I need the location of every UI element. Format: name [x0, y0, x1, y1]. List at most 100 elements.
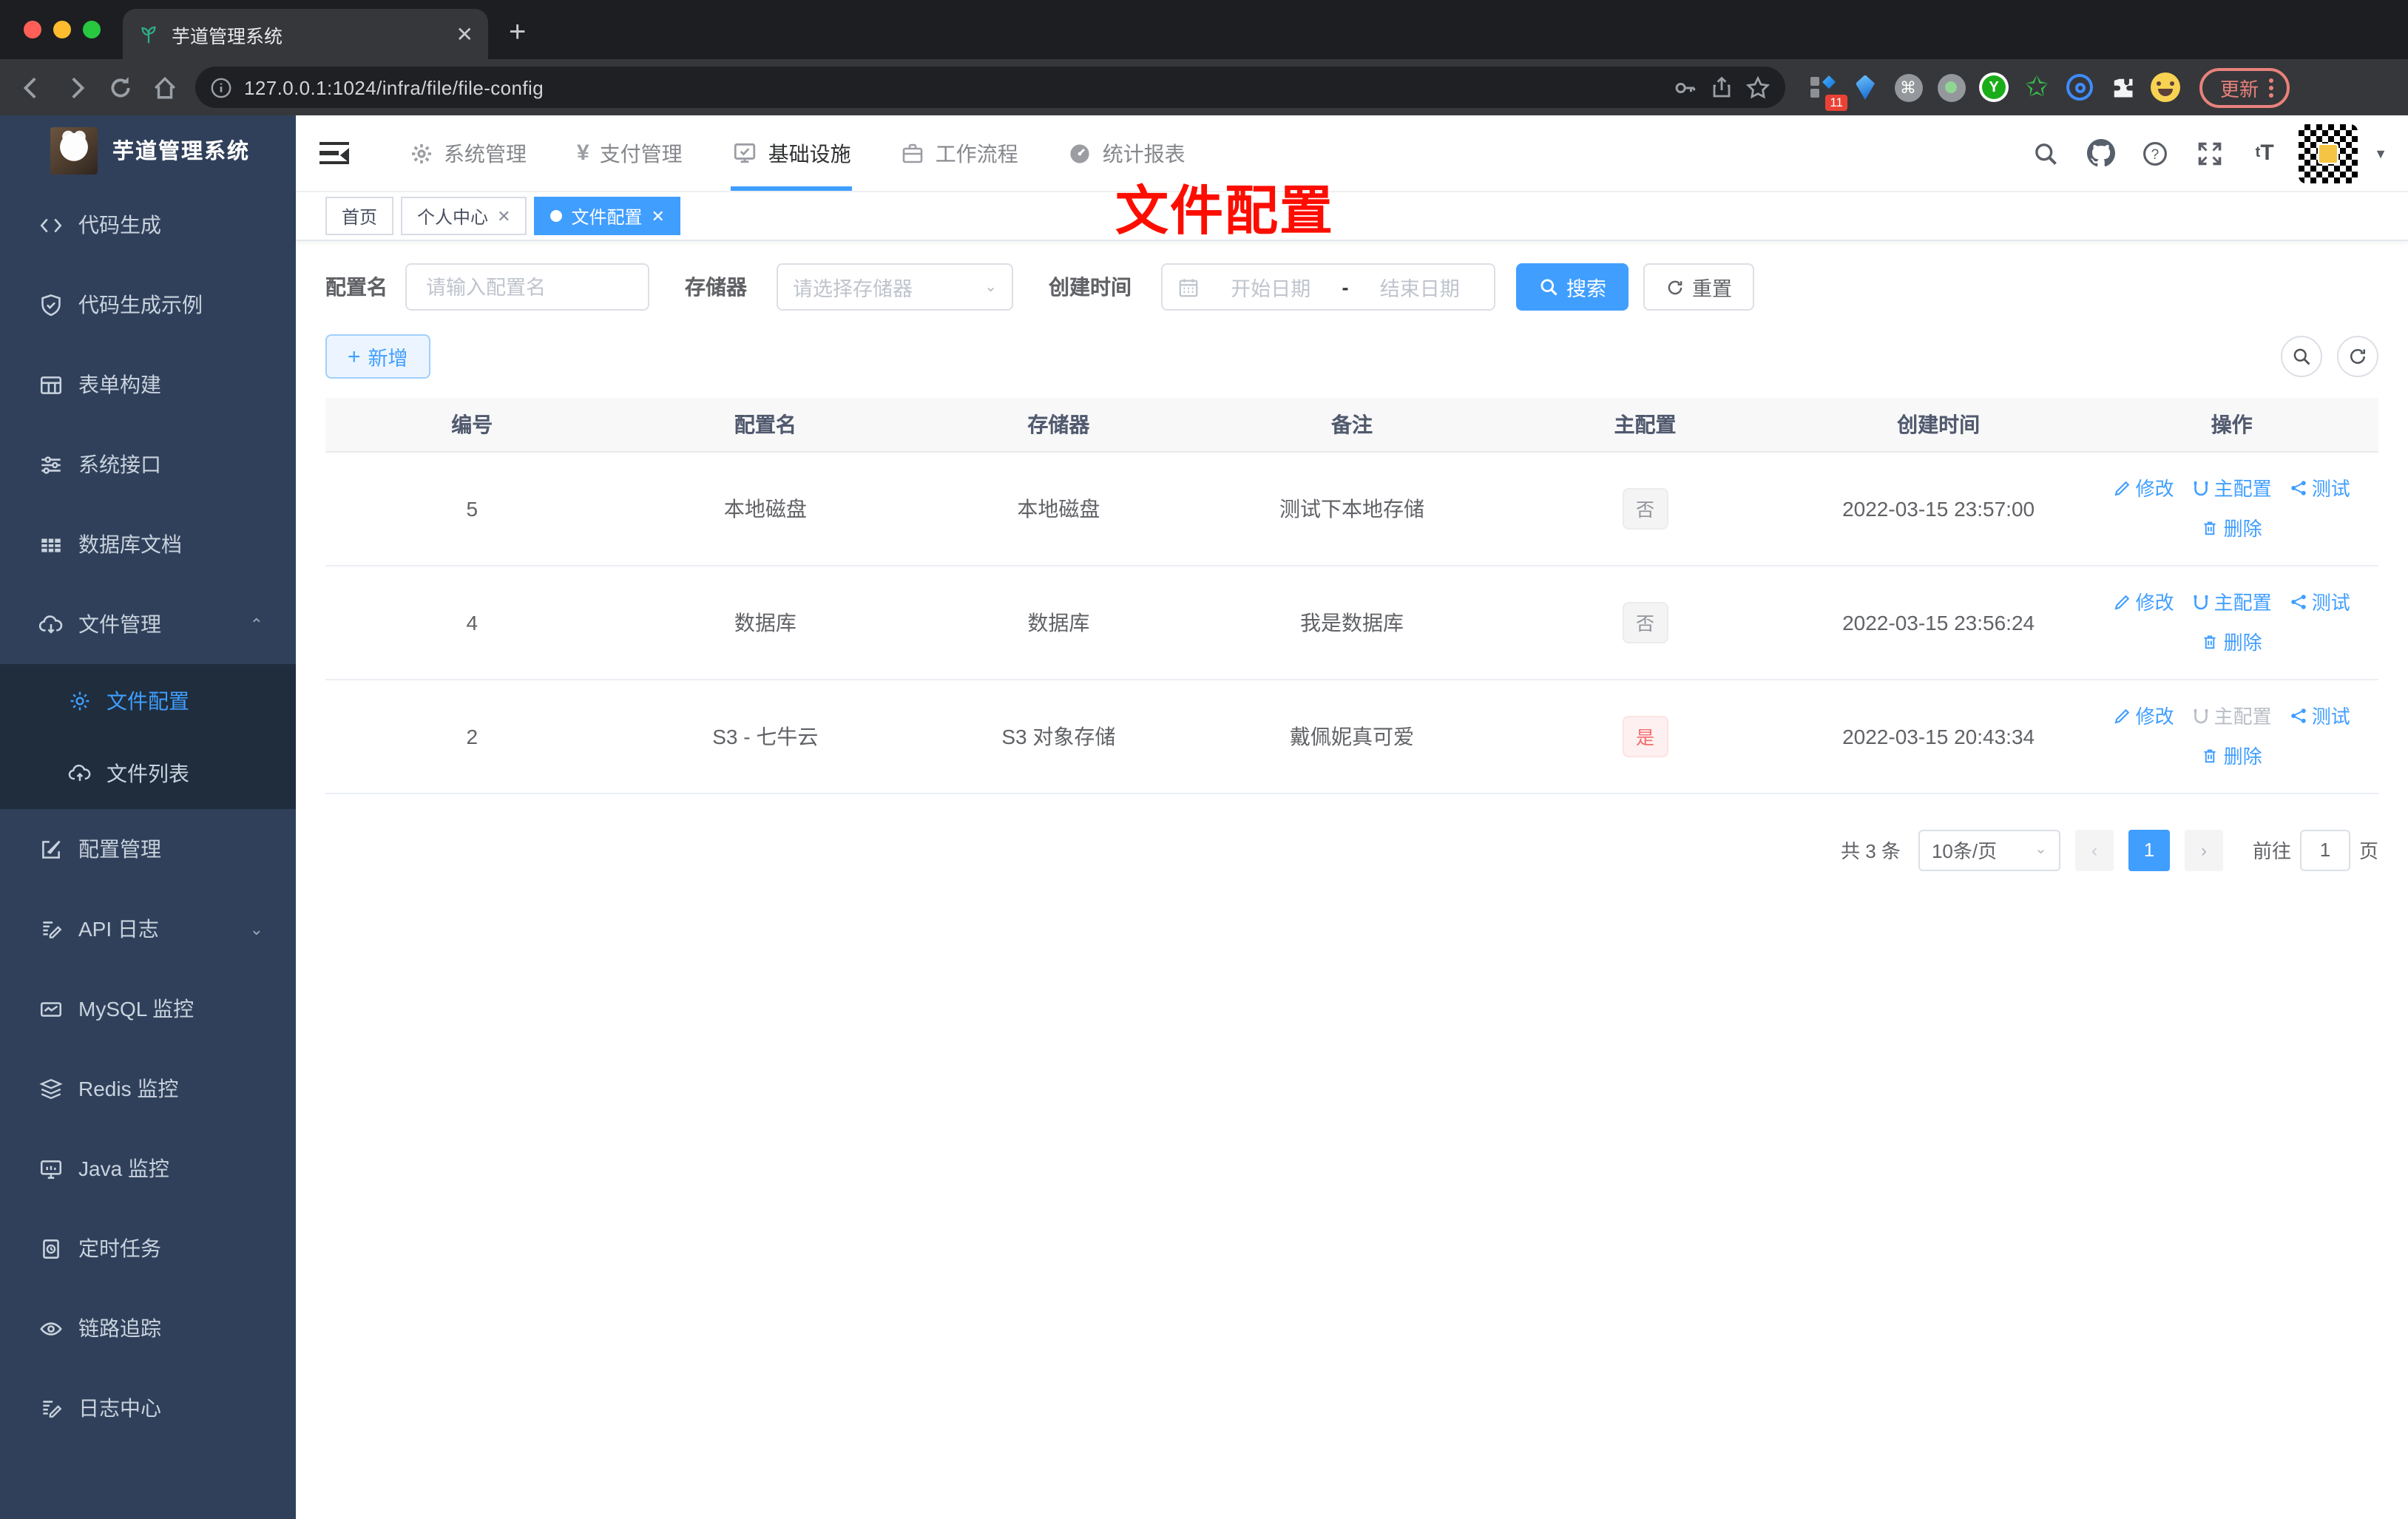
home-icon[interactable] — [145, 68, 183, 106]
extension-eye-icon[interactable] — [2063, 71, 2096, 104]
start-date-placeholder[interactable]: 开始日期 — [1211, 272, 1330, 302]
logo-rabbit-avatar — [50, 126, 98, 174]
sidebar-item-trace[interactable]: 链路追踪 — [0, 1288, 296, 1368]
bookmark-star-icon[interactable] — [1745, 75, 1771, 100]
extension-dot-icon[interactable] — [1935, 71, 1967, 104]
total-count: 共 3 条 — [1841, 840, 1901, 862]
minimize-window-button[interactable] — [53, 21, 71, 38]
sidebar-item-log-center[interactable]: 日志中心 — [0, 1368, 296, 1448]
sidebar-item-label: API 日志 — [78, 917, 159, 941]
tag-profile[interactable]: 个人中心 ✕ — [401, 197, 527, 235]
window-controls[interactable] — [24, 21, 101, 38]
hide-search-button[interactable] — [2281, 336, 2322, 377]
sidebar-item-config-management[interactable]: 配置管理 — [0, 809, 296, 889]
tab-close-icon[interactable]: ✕ — [456, 24, 473, 44]
sidebar-item-system-api[interactable]: 系统接口 — [0, 424, 296, 504]
close-window-button[interactable] — [24, 21, 41, 38]
cell-created: 2022-03-15 23:57:00 — [1791, 451, 2086, 566]
yen-icon: ¥ — [577, 141, 589, 166]
eye-icon — [38, 1316, 64, 1341]
nav-item-workflow[interactable]: 工作流程 — [876, 115, 1044, 191]
extension-gem-icon[interactable] — [1849, 71, 1881, 104]
password-key-icon[interactable] — [1673, 75, 1698, 100]
master-badge: 否 — [1623, 487, 1668, 529]
sidebar-item-api-log[interactable]: API 日志 ⌄ — [0, 889, 296, 969]
avatar[interactable] — [2299, 124, 2358, 183]
tag-home[interactable]: 首页 — [325, 197, 394, 235]
sidebar-item-mysql-monitor[interactable]: MySQL 监控 — [0, 969, 296, 1049]
delete-link[interactable]: 删除 — [2202, 518, 2262, 538]
tag-close-icon[interactable]: ✕ — [497, 206, 510, 226]
test-link[interactable]: 测试 — [2290, 706, 2350, 725]
site-info-icon[interactable] — [210, 76, 232, 98]
tag-close-icon[interactable]: ✕ — [652, 206, 665, 226]
edit-link[interactable]: 修改 — [2114, 706, 2174, 725]
nav-label: 基础设施 — [768, 141, 851, 165]
sidebar-item-code-example[interactable]: 代码生成示例 — [0, 265, 296, 345]
back-icon[interactable] — [12, 68, 50, 106]
sidebar-item-file-management[interactable]: 文件管理 ⌃ — [0, 584, 296, 664]
prev-page-button[interactable]: ‹ — [2074, 829, 2114, 870]
extension-y-icon[interactable]: Y — [1978, 71, 2010, 104]
new-tab-button[interactable]: + — [509, 16, 526, 50]
reset-button[interactable]: 重置 — [1643, 263, 1754, 311]
avatar-caret-icon[interactable]: ▼ — [2374, 146, 2387, 160]
address-bar[interactable]: 127.0.0.1:1024/infra/file/file-config — [195, 67, 1785, 108]
add-button[interactable]: + 新增 — [325, 334, 430, 379]
nav-item-payment[interactable]: ¥ 支付管理 — [552, 115, 708, 191]
edit-link[interactable]: 修改 — [2114, 478, 2174, 498]
table-tools — [2281, 336, 2378, 377]
cell-created: 2022-03-15 20:43:34 — [1791, 679, 2086, 794]
sidebar-item-java-monitor[interactable]: Java 监控 — [0, 1129, 296, 1208]
date-range-picker[interactable]: 开始日期 - 结束日期 — [1161, 263, 1495, 311]
browser-tab[interactable]: 芋道管理系统 ✕ — [123, 9, 488, 59]
sidebar-item-code-generation[interactable]: 代码生成 — [0, 185, 296, 265]
sidebar-item-label: 表单构建 — [78, 373, 161, 396]
sidebar-item-form-builder[interactable]: 表单构建 — [0, 345, 296, 424]
font-size-icon[interactable]: tT — [2244, 132, 2285, 174]
url-text[interactable]: 127.0.0.1:1024/infra/file/file-config — [244, 76, 1661, 98]
nav-item-infrastructure[interactable]: 基础设施 — [708, 115, 876, 191]
test-link[interactable]: 测试 — [2290, 478, 2350, 498]
tag-file-config[interactable]: 文件配置 ✕ — [534, 197, 681, 235]
test-link[interactable]: 测试 — [2290, 592, 2350, 612]
edit-link[interactable]: 修改 — [2114, 592, 2174, 612]
browser-update-menu[interactable]: 更新 — [2199, 67, 2290, 107]
extension-command-icon[interactable]: ⌘ — [1892, 71, 1924, 104]
nav-item-reports[interactable]: 统计报表 — [1044, 115, 1211, 191]
sidebar-item-redis-monitor[interactable]: Redis 监控 — [0, 1049, 296, 1129]
master-link[interactable]: 主配置 — [2192, 592, 2272, 612]
github-icon[interactable] — [2080, 132, 2121, 174]
extension-pinned-icon[interactable]: 11 — [1806, 71, 1847, 111]
page-1-button[interactable]: 1 — [2128, 829, 2170, 870]
sidebar-item-scheduled-tasks[interactable]: 定时任务 — [0, 1208, 296, 1288]
extensions-puzzle-icon[interactable] — [2106, 71, 2139, 104]
search-button[interactable]: 搜索 — [1516, 263, 1629, 311]
collapse-sidebar-icon[interactable] — [319, 141, 349, 165]
reload-icon[interactable] — [101, 68, 139, 106]
share-icon[interactable] — [1710, 75, 1734, 99]
forward-icon[interactable] — [56, 68, 95, 106]
delete-link[interactable]: 删除 — [2202, 746, 2262, 765]
sidebar-item-db-doc[interactable]: 数据库文档 — [0, 504, 296, 584]
config-name-field[interactable] — [423, 274, 632, 300]
chevron-down-icon: ⌄ — [249, 921, 263, 938]
maximize-window-button[interactable] — [83, 21, 101, 38]
goto-page-input[interactable] — [2299, 829, 2350, 870]
next-page-button[interactable]: › — [2184, 829, 2223, 870]
help-icon[interactable]: ? — [2134, 132, 2176, 174]
sidebar-item-file-config[interactable]: 文件配置 — [0, 664, 296, 737]
nav-item-system[interactable]: 系统管理 — [385, 115, 552, 191]
profile-emoji-icon[interactable] — [2149, 71, 2182, 104]
end-date-placeholder[interactable]: 结束日期 — [1361, 272, 1480, 302]
extension-star-icon[interactable]: ✩ — [2020, 71, 2053, 104]
fullscreen-icon[interactable] — [2189, 132, 2231, 174]
sidebar-item-file-list[interactable]: 文件列表 — [0, 737, 296, 809]
master-link[interactable]: 主配置 — [2192, 478, 2272, 498]
refresh-table-button[interactable] — [2337, 336, 2378, 377]
config-name-input[interactable] — [405, 263, 649, 311]
delete-link[interactable]: 删除 — [2202, 632, 2262, 652]
storage-select[interactable]: 请选择存储器 ⌄ — [777, 263, 1013, 311]
search-icon[interactable] — [2025, 132, 2066, 174]
page-size-select[interactable]: 10条/页 ⌄ — [1918, 829, 2060, 870]
